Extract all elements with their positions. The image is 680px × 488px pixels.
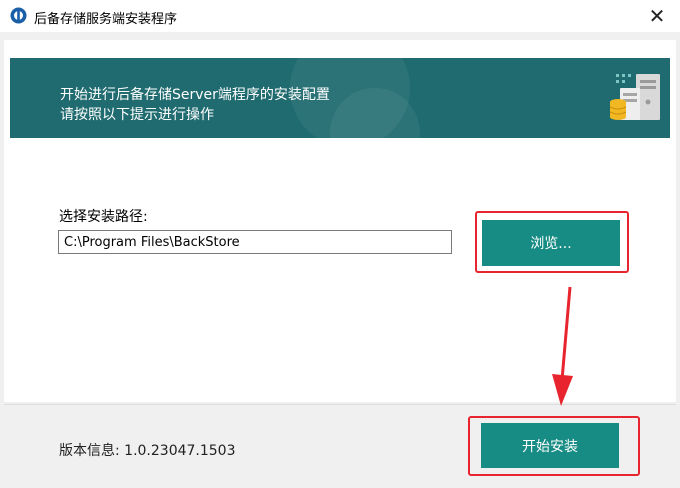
install-path-label: 选择安装路径: xyxy=(59,209,148,225)
install-path-input[interactable] xyxy=(58,230,452,254)
version-info: 版本信息: 1.0.23047.1503 xyxy=(59,443,236,459)
banner-subheading: 请按照以下提示进行操作 xyxy=(60,107,214,123)
close-icon: ✕ xyxy=(648,4,666,28)
header-banner: 开始进行后备存储Server端程序的安装配置 请按照以下提示进行操作 xyxy=(10,58,670,138)
window-title: 后备存储服务端安装程序 xyxy=(34,12,178,27)
browse-button-label: 浏览... xyxy=(530,236,572,252)
server-database-icon xyxy=(609,74,660,120)
start-install-button-label: 开始安装 xyxy=(522,438,578,455)
start-install-button[interactable]: 开始安装 xyxy=(481,423,619,468)
footer-divider xyxy=(4,404,676,405)
banner-heading: 开始进行后备存储Server端程序的安装配置 xyxy=(60,87,330,103)
title-bar: 后备存储服务端安装程序 ✕ xyxy=(0,0,680,32)
app-logo-icon xyxy=(10,7,27,24)
close-button[interactable]: ✕ xyxy=(634,0,680,32)
browse-button[interactable]: 浏览... xyxy=(482,220,620,266)
